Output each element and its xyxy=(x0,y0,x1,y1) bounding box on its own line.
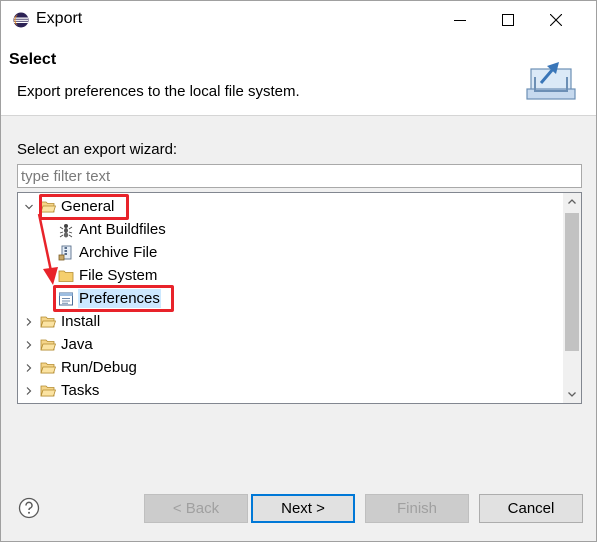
close-button[interactable] xyxy=(533,1,579,39)
next-button[interactable]: Next > xyxy=(251,494,355,523)
scroll-down-button[interactable] xyxy=(563,385,581,403)
page-title: Select xyxy=(9,51,57,68)
tree-item-label: Java xyxy=(61,336,93,353)
folder-open-icon xyxy=(40,314,56,330)
tree-item-run-debug[interactable]: Run/Debug xyxy=(22,356,138,379)
page-description: Export preferences to the local file sys… xyxy=(17,83,300,100)
scrollbar-thumb[interactable] xyxy=(565,213,579,351)
wizard-banner: Select Export preferences to the local f… xyxy=(1,39,596,116)
cancel-button[interactable]: Cancel xyxy=(479,494,583,523)
minimize-button[interactable] xyxy=(437,1,483,39)
tree-item-label: Archive File xyxy=(79,244,158,261)
tree-item-install[interactable]: Install xyxy=(22,310,101,333)
tree-item-label: Install xyxy=(61,313,101,330)
folder-open-icon xyxy=(40,383,56,399)
tree-item-java[interactable]: Java xyxy=(22,333,94,356)
scroll-up-button[interactable] xyxy=(563,193,581,211)
chevron-right-icon[interactable] xyxy=(22,384,36,398)
chevron-right-icon[interactable] xyxy=(22,361,36,375)
tree-item-archive-file[interactable]: Archive File xyxy=(58,241,158,264)
export-wizard-icon xyxy=(526,62,576,100)
maximize-icon xyxy=(502,14,514,26)
tree-item-label: File System xyxy=(79,267,158,284)
highlight-box-preferences xyxy=(53,285,174,312)
tree-item-ant-buildfiles[interactable]: Ant Buildfiles xyxy=(58,218,167,241)
finish-button[interactable]: Finish xyxy=(365,494,469,523)
chevron-up-icon xyxy=(568,199,576,204)
filter-input[interactable] xyxy=(17,164,582,188)
chevron-down-icon xyxy=(568,392,576,397)
close-icon xyxy=(550,14,562,26)
annotation-arrow xyxy=(37,213,58,285)
eclipse-icon xyxy=(13,12,29,28)
tree-item-label: Ant Buildfiles xyxy=(79,221,166,238)
chevron-right-icon[interactable] xyxy=(22,315,36,329)
tree-item-file-system[interactable]: File System xyxy=(58,264,158,287)
tree-item-label: Run/Debug xyxy=(61,359,137,376)
export-dialog: Export Select Export preferences to the … xyxy=(0,0,597,542)
chevron-right-icon[interactable] xyxy=(22,338,36,352)
window-title: Export xyxy=(36,10,83,27)
folder-open-icon xyxy=(40,337,56,353)
tree-item-label: Tasks xyxy=(61,382,100,399)
maximize-button[interactable] xyxy=(485,1,531,39)
folder-open-icon xyxy=(40,360,56,376)
tree-item-tasks[interactable]: Tasks xyxy=(22,379,100,402)
wizard-select-label: Select an export wizard: xyxy=(17,141,178,158)
title-bar: Export xyxy=(1,1,596,39)
help-icon[interactable] xyxy=(18,497,40,519)
tree-scrollbar[interactable] xyxy=(563,193,581,403)
minimize-icon xyxy=(454,20,466,21)
back-button[interactable]: < Back xyxy=(144,494,248,523)
